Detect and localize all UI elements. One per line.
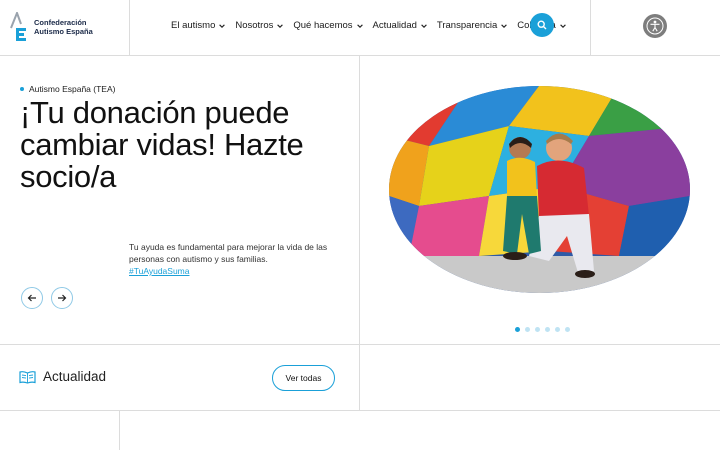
slide-dot[interactable]	[535, 327, 540, 332]
chevron-down-icon	[421, 23, 427, 28]
nav-actualidad[interactable]: Actualidad	[373, 20, 428, 31]
header-right-divider	[590, 0, 591, 55]
search-button[interactable]	[530, 13, 554, 37]
chevron-down-icon	[560, 23, 566, 28]
arrow-right-icon	[58, 294, 67, 302]
chevron-down-icon	[356, 23, 363, 28]
chevron-down-icon	[219, 23, 226, 28]
book-icon	[19, 370, 36, 384]
nav-que-hacemos[interactable]: Qué hacemos	[293, 20, 363, 31]
slide-pagination	[515, 327, 570, 332]
eyebrow-dot	[20, 87, 24, 91]
chevron-down-icon	[501, 23, 508, 28]
logo-divider	[129, 0, 130, 55]
accessibility-button[interactable]	[643, 14, 667, 38]
slide-dot[interactable]	[565, 327, 570, 332]
accessibility-icon	[646, 17, 664, 35]
hero-title: ¡Tu donación puede cambiar vidas! Hazte …	[20, 95, 304, 194]
footer-divider	[119, 410, 120, 450]
logo-icon	[10, 12, 26, 41]
header-divider	[0, 55, 720, 56]
logo-text: Confederación Autismo España	[34, 18, 93, 36]
search-icon	[537, 20, 547, 30]
arrow-left-icon	[27, 294, 36, 302]
hero-description: Tu ayuda es fundamental para mejorar la …	[129, 242, 329, 277]
logo[interactable]: Confederación Autismo España	[8, 12, 93, 42]
nav-nosotros[interactable]: Nosotros	[235, 20, 284, 31]
hero-bottom-divider	[0, 344, 720, 345]
slide-dot[interactable]	[525, 327, 530, 332]
slide-dot[interactable]	[545, 327, 550, 332]
slide-dot[interactable]	[555, 327, 560, 332]
hashtag-link[interactable]: #TuAyudaSuma	[129, 265, 329, 277]
hero-photo	[389, 86, 690, 293]
next-slide-button[interactable]	[51, 287, 73, 309]
nav-el-autismo[interactable]: El autismo	[171, 20, 226, 31]
view-all-button[interactable]: Ver todas	[272, 365, 335, 391]
prev-slide-button[interactable]	[21, 287, 43, 309]
news-bottom-divider	[0, 410, 720, 411]
news-section-header: Actualidad	[19, 369, 106, 384]
slide-dot[interactable]	[515, 327, 520, 332]
chevron-down-icon	[277, 23, 284, 28]
hero-divider	[359, 55, 360, 410]
main-nav: El autismo Nosotros Qué hacemos Actualid…	[171, 20, 567, 31]
nav-transparencia[interactable]: Transparencia	[437, 20, 508, 31]
hero-image	[389, 86, 690, 293]
hero-eyebrow: Autismo España (TEA)	[20, 84, 115, 94]
news-section-title: Actualidad	[43, 369, 107, 384]
